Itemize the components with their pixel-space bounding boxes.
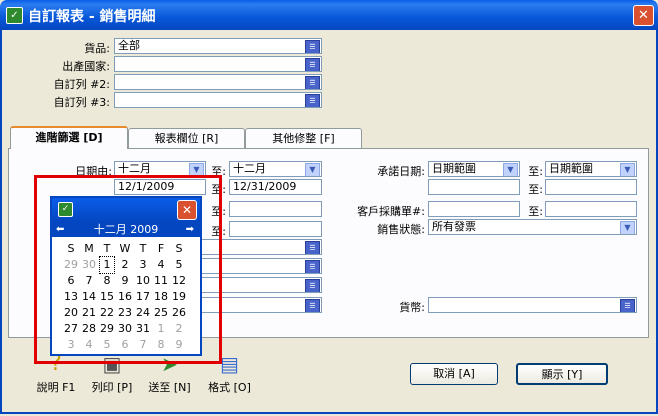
promise-to-value: 日期範圍 — [549, 162, 593, 175]
dropdown-icon[interactable]: ☰ — [620, 299, 635, 312]
print-label: 列印 [P] — [91, 381, 133, 394]
date-from-select-value: 十二月 — [118, 162, 151, 175]
range-to-input-2[interactable] — [229, 221, 322, 237]
tab-advanced-filter[interactable]: 進階篩選 [D] — [10, 126, 128, 149]
dropdown-icon[interactable]: ☰ — [305, 241, 320, 254]
product-select[interactable]: 全部 ☰ — [114, 38, 322, 54]
highlight-box — [34, 175, 222, 364]
chevron-down-icon[interactable]: ▼ — [305, 163, 320, 176]
sales-status-value: 所有發票 — [432, 220, 476, 233]
promise-to-input[interactable] — [545, 179, 637, 195]
currency-select[interactable]: ☰ — [428, 297, 637, 313]
title-bar: ✓ 自訂報表 - 銷售明細 ✕ — [0, 0, 658, 30]
promise-date-label: 承諾日期: — [377, 165, 425, 178]
promise-to-label: 至: — [528, 165, 543, 178]
dropdown-icon[interactable]: ☰ — [305, 279, 320, 292]
promise-from-input[interactable] — [428, 179, 520, 195]
dropdown-icon[interactable]: ☰ — [305, 40, 320, 53]
date-to-select-value: 十二月 — [233, 162, 266, 175]
promise-to-select[interactable]: 日期範圍 ▼ — [545, 161, 637, 177]
window-title: 自訂報表 - 銷售明細 — [28, 9, 156, 25]
dropdown-icon[interactable]: ☰ — [305, 299, 320, 312]
help-label: 說明 F1 — [36, 381, 76, 394]
cancel-button[interactable]: 取消 [A] — [410, 363, 498, 385]
promise-from-value: 日期範圍 — [432, 162, 476, 175]
dropdown-icon[interactable]: ☰ — [305, 58, 320, 71]
chevron-down-icon[interactable]: ▼ — [503, 163, 518, 176]
country-select[interactable]: ☰ — [114, 56, 322, 72]
custom3-label: 自訂列 #3: — [53, 96, 110, 109]
display-button[interactable]: 顯示 [Y] — [516, 363, 608, 385]
send-label: 送至 [N] — [148, 381, 191, 394]
close-button[interactable]: ✕ — [633, 5, 654, 26]
product-value: 全部 — [118, 39, 140, 52]
format-label: 格式 [O] — [208, 381, 251, 394]
sales-status-select[interactable]: 所有發票 ▼ — [428, 219, 637, 235]
po-to-label: 至: — [528, 205, 543, 218]
product-label: 貨品: — [84, 42, 110, 55]
chevron-down-icon[interactable]: ▼ — [620, 221, 635, 234]
date-to-select[interactable]: 十二月 ▼ — [229, 161, 322, 177]
country-label: 出產國家: — [62, 60, 110, 73]
range-to-input-1[interactable] — [229, 201, 322, 217]
chevron-down-icon[interactable]: ▼ — [620, 163, 635, 176]
app-icon: ✓ — [6, 7, 23, 24]
po-from-input[interactable] — [428, 201, 520, 217]
custom3-select[interactable]: ☰ — [114, 92, 322, 108]
dropdown-icon[interactable]: ☰ — [305, 94, 320, 107]
dropdown-icon[interactable]: ☰ — [305, 260, 320, 273]
tab-other-options[interactable]: 其他修整 [F] — [245, 128, 362, 148]
po-label: 客戶採購單#: — [357, 205, 425, 218]
promise-from-select[interactable]: 日期範圍 ▼ — [428, 161, 520, 177]
promise-to-label-2: 至: — [528, 183, 543, 196]
custom2-label: 自訂列 #2: — [53, 78, 110, 91]
sales-status-label: 銷售狀態: — [377, 223, 425, 236]
po-to-input[interactable] — [545, 201, 637, 217]
tab-report-fields[interactable]: 報表欄位 [R] — [128, 128, 245, 148]
currency-label: 貨幣: — [399, 301, 425, 314]
date-to-input[interactable]: 12/31/2009 — [229, 179, 322, 195]
dropdown-icon[interactable]: ☰ — [305, 76, 320, 89]
custom2-select[interactable]: ☰ — [114, 74, 322, 90]
